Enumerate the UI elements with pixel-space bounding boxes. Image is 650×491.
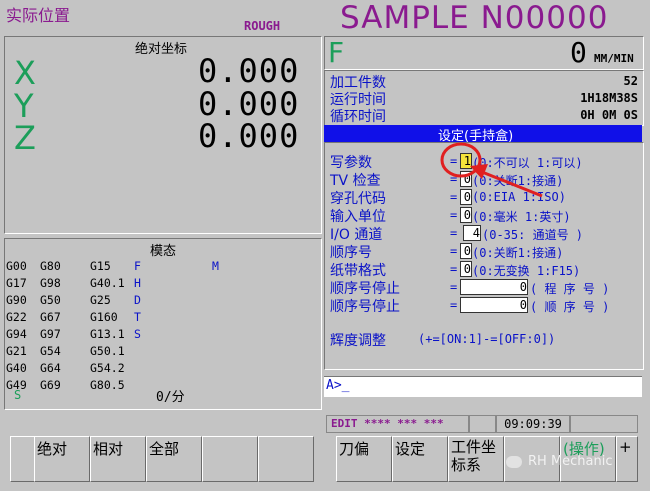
softkey-blank-2[interactable] bbox=[258, 436, 314, 482]
input-prompt: A>_ bbox=[326, 378, 350, 393]
status-box-empty bbox=[468, 415, 496, 433]
softkey-next[interactable]: + bbox=[616, 436, 638, 482]
softkey-absolute[interactable] bbox=[10, 436, 36, 482]
softkey-absolute-label-key[interactable]: 绝对 bbox=[34, 436, 90, 482]
softkey-next-label: + bbox=[619, 438, 632, 456]
status-box-right bbox=[570, 415, 638, 433]
softkey-tool-offset[interactable]: 刀偏 bbox=[336, 436, 392, 482]
status-mode: EDIT **** *** *** bbox=[326, 415, 470, 433]
softkey-blank-1[interactable] bbox=[202, 436, 258, 482]
softkey-relative[interactable]: 相对 bbox=[90, 436, 146, 482]
status-time: 09:09:39 bbox=[496, 415, 570, 433]
softkey-all-label: 全部 bbox=[149, 440, 180, 458]
softkey-all[interactable]: 全部 bbox=[146, 436, 202, 482]
softkey-absolute-label: 绝对 bbox=[37, 440, 68, 458]
softkey-work-coordinate-label: 工件坐标系 bbox=[451, 438, 497, 474]
softkey-setting-label: 设定 bbox=[395, 440, 426, 458]
softkey-relative-label: 相对 bbox=[93, 440, 124, 458]
softkey-setting[interactable]: 设定 bbox=[392, 436, 448, 482]
watermark: RH Mechanic bbox=[528, 454, 613, 469]
softkey-tool-offset-label: 刀偏 bbox=[339, 440, 370, 458]
input-line-area[interactable] bbox=[324, 376, 642, 397]
softkey-work-coordinate[interactable]: 工件坐标系 bbox=[448, 436, 504, 482]
wechat-icon bbox=[506, 456, 522, 468]
